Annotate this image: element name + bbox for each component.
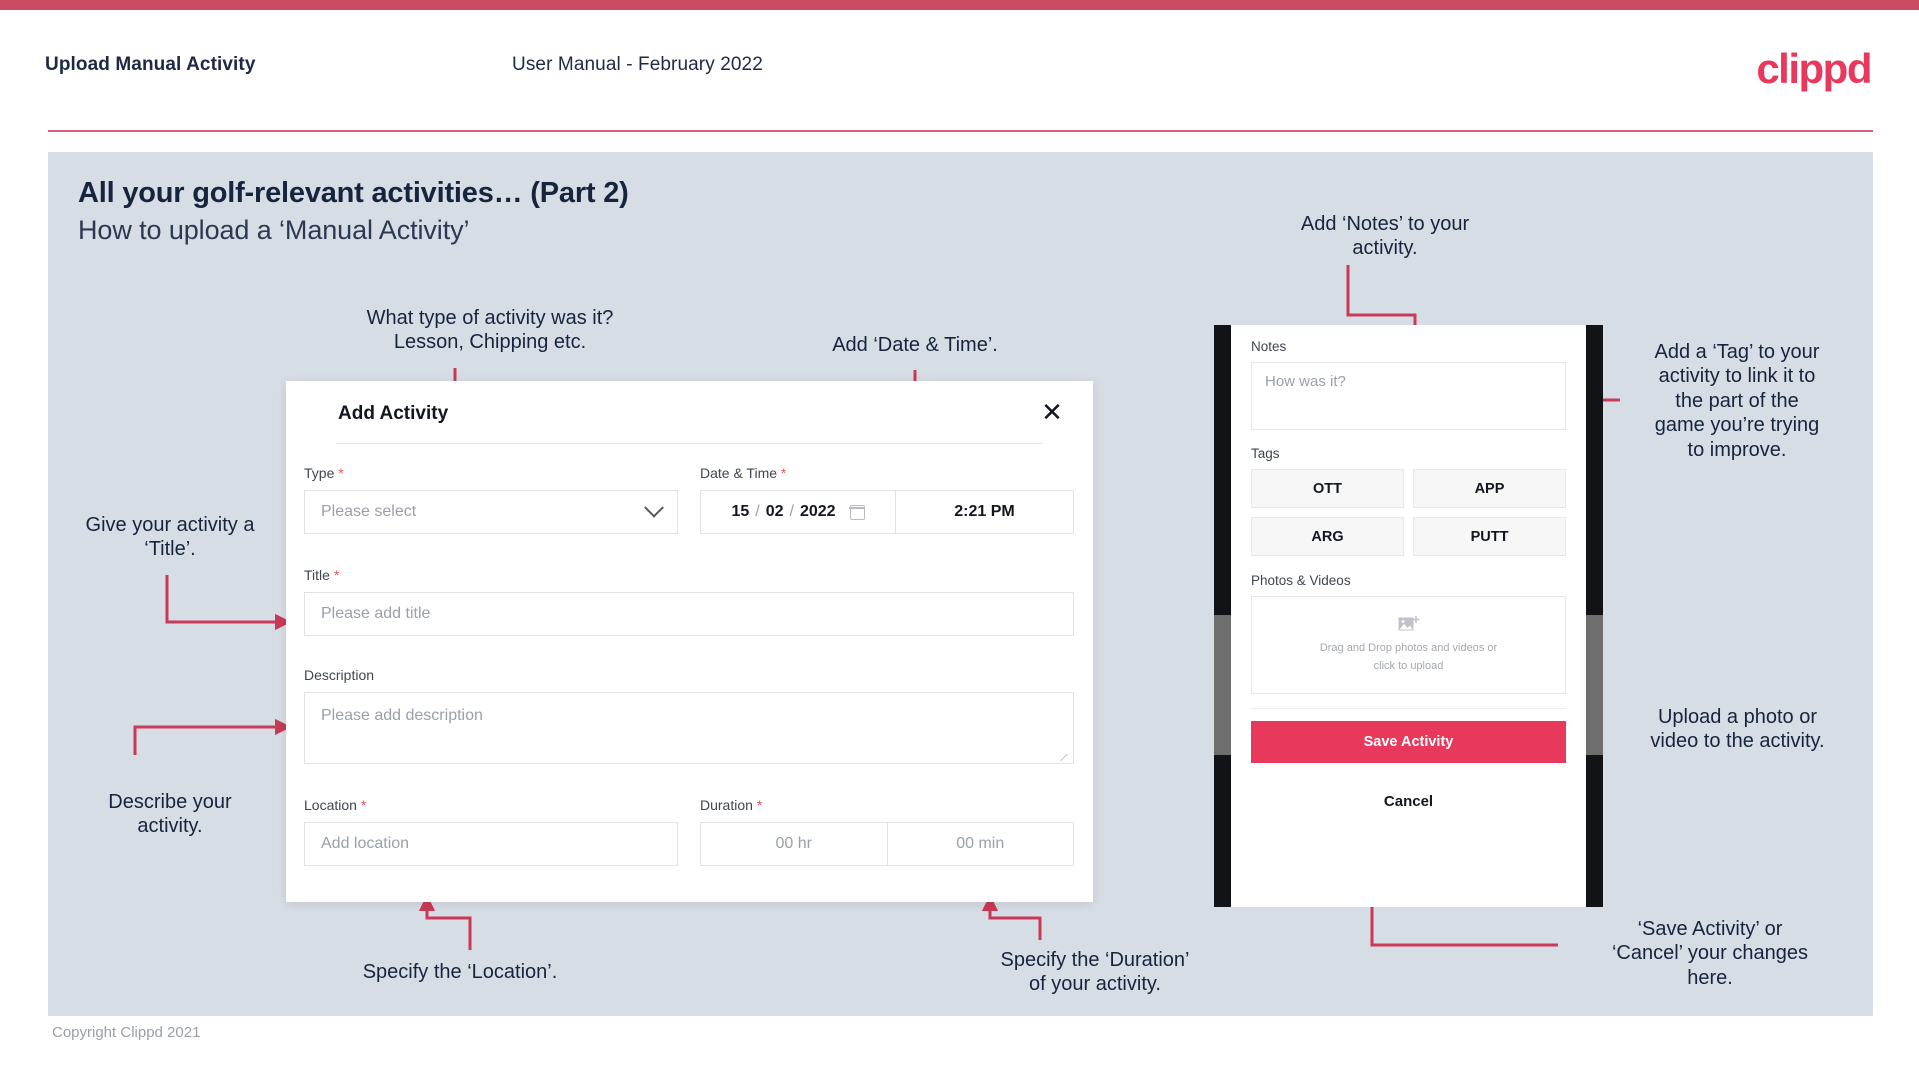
datetime-label-text: Date & Time: [700, 465, 778, 481]
phone-scrollbar-left: [1214, 615, 1231, 755]
location-label: Location *: [304, 797, 678, 813]
duration-hours-value: 00 hr: [775, 835, 812, 852]
notes-placeholder: How was it?: [1265, 373, 1346, 390]
phone-divider: [1251, 708, 1566, 709]
duration-label-text: Duration: [700, 797, 753, 813]
footer-copyright: Copyright Clippd 2021: [52, 1024, 201, 1041]
duration-minutes-input[interactable]: 00 min: [886, 823, 1074, 865]
date-day: 15: [731, 503, 750, 520]
field-group-datetime: Date & Time * 15 / 02 / 2022 2:21 PM: [700, 465, 1074, 534]
top-accent-bar: [0, 0, 1919, 10]
notes-label: Notes: [1251, 339, 1287, 354]
save-activity-button[interactable]: Save Activity: [1251, 721, 1566, 763]
tag-button-ott[interactable]: OTT: [1251, 469, 1404, 508]
header-title: Upload Manual Activity: [45, 54, 256, 75]
type-select-placeholder: Please select: [321, 503, 417, 520]
field-group-type: Type * Please select: [304, 465, 678, 534]
annotation-duration: Specify the ‘Duration’ of your activity.: [1000, 949, 1190, 996]
annotation-tags: Add a ‘Tag’ to your activity to link it t…: [1654, 341, 1820, 461]
annotation-datetime: Add ‘Date & Time’.: [832, 334, 998, 356]
clippd-logo: clippd: [1756, 45, 1872, 92]
tags-label: Tags: [1251, 446, 1280, 461]
dropzone-text-line1: Drag and Drop photos and videos or: [1319, 642, 1498, 655]
datetime-label: Date & Time *: [700, 465, 1074, 481]
type-required-marker: *: [338, 465, 344, 481]
dialog-divider: [336, 443, 1043, 444]
header-subtitle: User Manual - February 2022: [512, 54, 763, 75]
field-group-title: Title * Please add title: [304, 567, 1074, 636]
type-label-text: Type: [304, 465, 335, 481]
datetime-required-marker: *: [780, 465, 787, 481]
phone-frame-right: [1586, 325, 1603, 907]
date-sep-2: /: [789, 503, 794, 520]
location-required-marker: *: [360, 797, 367, 813]
time-value: 2:21 PM: [954, 503, 1015, 520]
page-header: Upload Manual Activity User Manual - Feb…: [0, 10, 1919, 132]
phone-frame-left: [1214, 325, 1231, 907]
dropzone-text-line2: click to upload: [1373, 660, 1444, 672]
tag-button-putt[interactable]: PUTT: [1413, 517, 1566, 556]
photos-videos-label: Photos & Videos: [1251, 573, 1351, 588]
page-title: All your golf-relevant activities… (Part…: [78, 177, 629, 209]
datetime-control: 15 / 02 / 2022 2:21 PM: [700, 490, 1074, 534]
duration-label: Duration *: [700, 797, 1074, 813]
description-textarea[interactable]: Please add description: [304, 692, 1074, 764]
duration-minutes-value: 00 min: [956, 835, 1005, 852]
annotation-upload: Upload a photo or video to the activity.: [1650, 706, 1825, 753]
phone-screen: Notes How was it? Tags OTT APP ARG PUTT …: [1231, 325, 1586, 907]
dialog-title: Add Activity: [338, 403, 449, 424]
close-icon[interactable]: ✕: [1035, 395, 1069, 429]
duration-hours-input[interactable]: 00 hr: [701, 823, 887, 865]
phone-scrollbar-right: [1586, 615, 1603, 755]
date-input[interactable]: 15 / 02 / 2022: [701, 491, 896, 533]
calendar-icon[interactable]: [848, 504, 865, 520]
date-sep-1: /: [755, 503, 760, 520]
title-required-marker: *: [333, 567, 340, 583]
photo-video-dropzone[interactable]: Drag and Drop photos and videos or click…: [1251, 596, 1566, 694]
description-label: Description: [304, 667, 375, 683]
field-group-duration: Duration * 00 hr 00 min: [700, 797, 1074, 866]
add-image-icon: [1398, 616, 1419, 631]
title-input[interactable]: Please add title: [304, 592, 1074, 636]
title-label-text: Title: [304, 567, 330, 583]
tags-grid: OTT APP ARG PUTT: [1251, 469, 1566, 556]
dialog-header: Add Activity ✕: [286, 381, 1093, 443]
time-input[interactable]: 2:21 PM: [896, 491, 1073, 533]
cancel-button[interactable]: Cancel: [1251, 781, 1566, 821]
description-placeholder: Please add description: [321, 707, 483, 724]
chevron-down-icon: [644, 497, 664, 518]
duration-required-marker: *: [756, 797, 763, 813]
location-placeholder: Add location: [321, 835, 410, 852]
field-group-location: Location * Add location: [304, 797, 678, 866]
annotation-type: What type of activity was it? Lesson, Chi…: [366, 307, 614, 354]
location-input[interactable]: Add location: [304, 822, 678, 866]
type-label: Type *: [304, 465, 678, 481]
field-group-description: Description Please add description: [304, 667, 1074, 764]
resize-handle-icon[interactable]: [1060, 751, 1070, 761]
tag-button-app[interactable]: APP: [1413, 469, 1566, 508]
annotation-description: Describe your activity.: [108, 791, 232, 838]
slide-page: Upload Manual Activity User Manual - Feb…: [0, 0, 1919, 1079]
title-placeholder: Please add title: [321, 605, 431, 622]
phone-mockup: Notes How was it? Tags OTT APP ARG PUTT …: [1214, 325, 1603, 907]
duration-control: 00 hr 00 min: [700, 822, 1074, 866]
header-divider: [48, 130, 1873, 132]
title-label: Title *: [304, 567, 1074, 583]
date-year: 2022: [799, 503, 836, 520]
page-subtitle: How to upload a ‘Manual Activity’: [78, 215, 470, 245]
annotation-save-cancel: ‘Save Activity’ or ‘Cancel’ your changes h…: [1611, 918, 1809, 989]
notes-textarea[interactable]: How was it?: [1251, 362, 1566, 430]
date-month: 02: [765, 503, 784, 520]
annotation-notes: Add ‘Notes’ to your activity.: [1300, 213, 1470, 260]
annotation-location: Specify the ‘Location’.: [362, 961, 558, 983]
type-select[interactable]: Please select: [304, 490, 678, 534]
location-label-text: Location: [304, 797, 357, 813]
tag-button-arg[interactable]: ARG: [1251, 517, 1404, 556]
annotation-title: Give your activity a ‘Title’.: [85, 514, 255, 561]
